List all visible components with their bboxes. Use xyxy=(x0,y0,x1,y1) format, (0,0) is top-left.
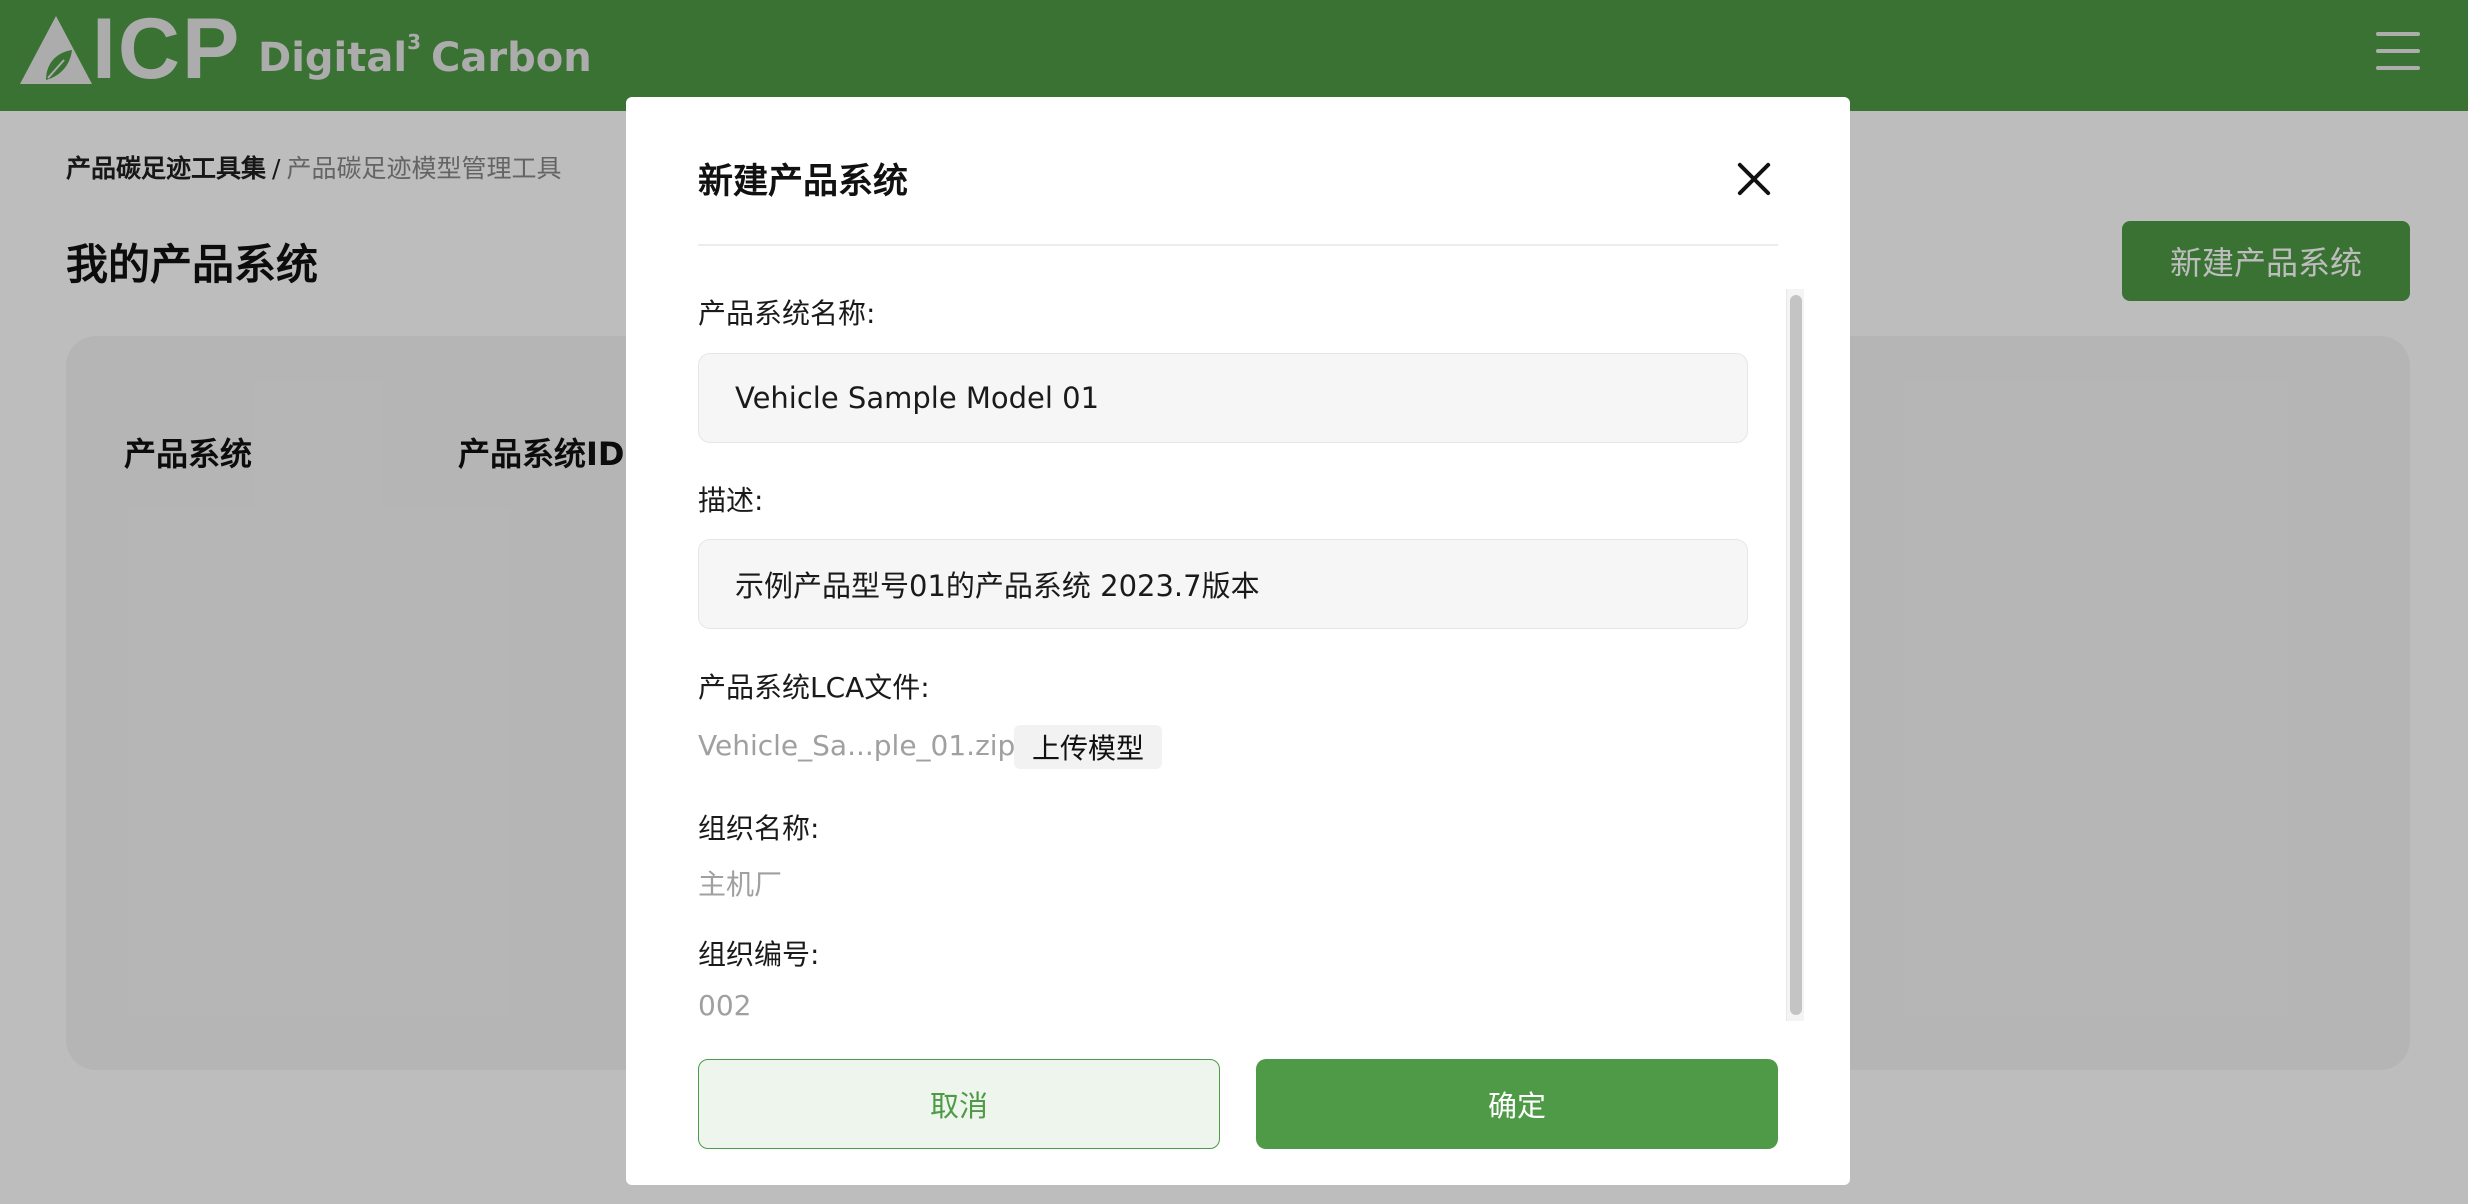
organization-name-value: 主机厂 xyxy=(698,868,783,901)
organization-name-label: 组织名称: xyxy=(698,812,820,845)
close-icon[interactable] xyxy=(1736,161,1772,197)
product-system-name-input[interactable] xyxy=(698,353,1748,443)
confirm-button[interactable]: 确定 xyxy=(1256,1059,1778,1149)
organization-id-value: 002 xyxy=(698,989,752,1022)
new-product-system-dialog: 新建产品系统 产品系统名称: 描述: 产品系统LCA文件: Vehicle_Sa… xyxy=(626,97,1850,1185)
product-system-name-label: 产品系统名称: xyxy=(698,297,876,330)
description-label: 描述: xyxy=(698,484,764,517)
lca-file-label: 产品系统LCA文件: xyxy=(698,671,930,704)
organization-id-label: 组织编号: xyxy=(698,938,820,971)
scrollbar-thumb[interactable] xyxy=(1790,295,1802,1015)
dialog-divider xyxy=(698,244,1778,246)
description-input[interactable] xyxy=(698,539,1748,629)
dialog-title: 新建产品系统 xyxy=(698,162,909,202)
dialog-scrollbar[interactable] xyxy=(1786,289,1804,1021)
cancel-button[interactable]: 取消 xyxy=(698,1059,1220,1149)
lca-file-name: Vehicle_Sa...ple_01.zip xyxy=(698,729,1016,762)
upload-model-button[interactable]: 上传模型 xyxy=(1014,725,1163,769)
